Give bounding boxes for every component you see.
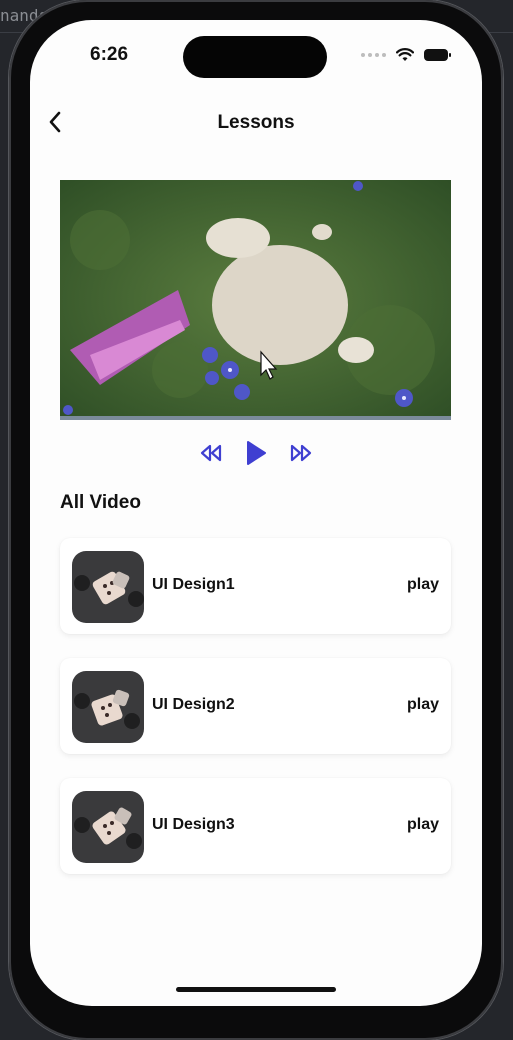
video-list-item[interactable]: UI Design3 play: [60, 778, 451, 874]
video-list-item[interactable]: UI Design2 play: [60, 658, 451, 754]
app-screen: 6:26 Lessons All Video UI Design1 play U…: [30, 20, 482, 1006]
video-thumbnail: [72, 791, 144, 863]
video-title: UI Design1: [152, 576, 235, 593]
rewind-icon: [200, 444, 222, 462]
video-progress-bar[interactable]: [60, 416, 451, 420]
play-link[interactable]: play: [407, 816, 439, 834]
fast-forward-button[interactable]: [289, 444, 313, 462]
dynamic-island: [183, 36, 327, 78]
play-button[interactable]: [245, 440, 267, 466]
video-thumbnail: [72, 671, 144, 743]
page-title: Lessons: [217, 112, 295, 133]
status-icons: [361, 48, 451, 62]
home-indicator[interactable]: [176, 987, 336, 992]
video-player[interactable]: [60, 180, 451, 420]
video-thumbnail: [72, 551, 144, 623]
play-link[interactable]: play: [407, 696, 439, 714]
status-time: 6:26: [90, 44, 129, 65]
section-title: All Video: [60, 492, 141, 513]
video-title: UI Design3: [152, 816, 235, 833]
video-frame-image: [60, 180, 451, 420]
fast-forward-icon: [290, 444, 312, 462]
cellular-signal-icon: [361, 53, 386, 57]
battery-icon: [424, 49, 451, 61]
video-list-item[interactable]: UI Design1 play: [60, 538, 451, 634]
rewind-button[interactable]: [199, 444, 223, 462]
player-controls: [30, 440, 482, 466]
video-title: UI Design2: [152, 696, 235, 713]
play-icon: [247, 441, 266, 465]
play-link[interactable]: play: [407, 576, 439, 594]
wifi-icon: [396, 48, 414, 61]
